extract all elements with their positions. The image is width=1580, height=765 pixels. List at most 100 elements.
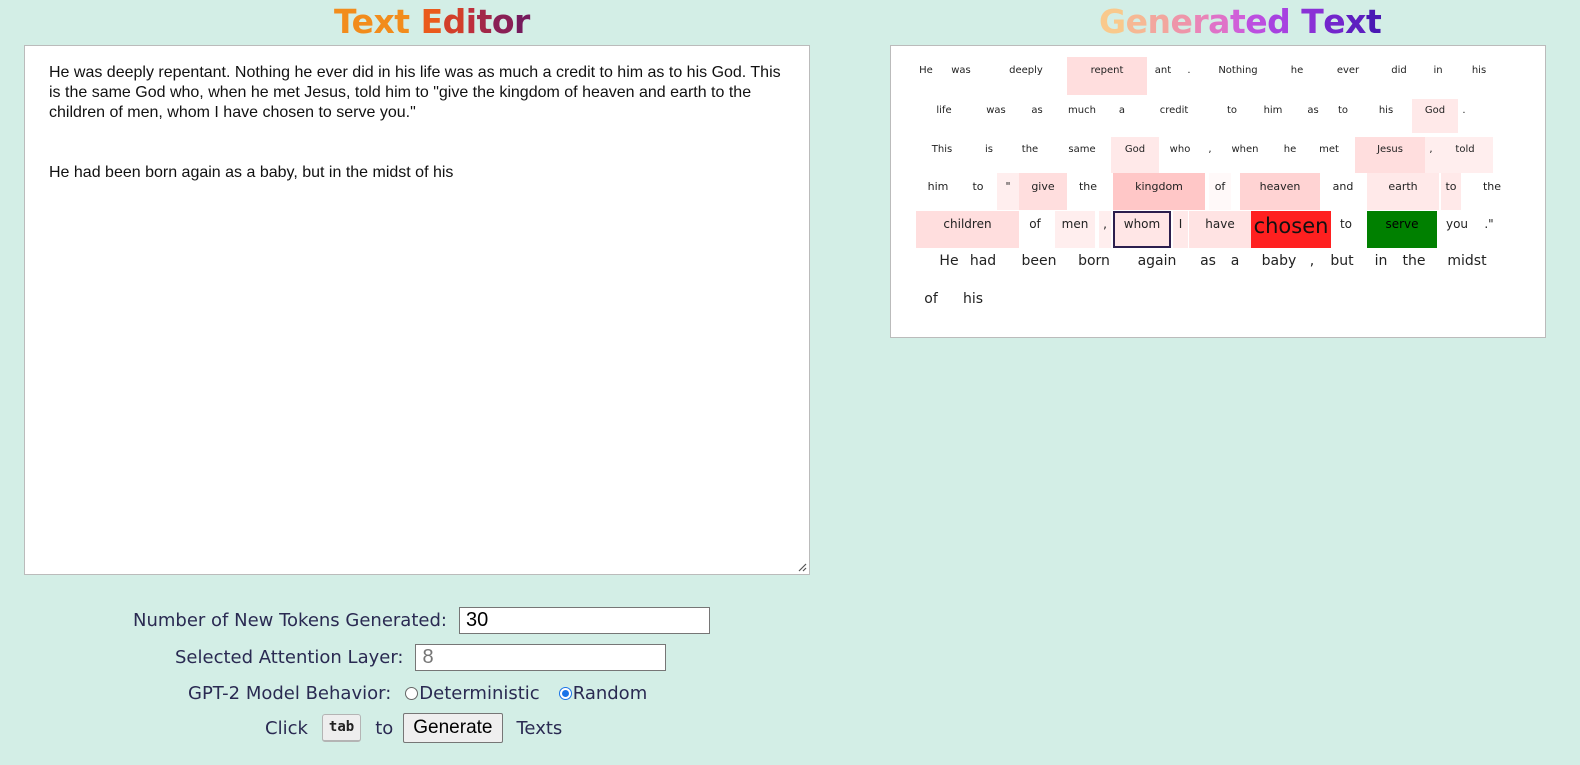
- generated-token[interactable]: been: [1019, 248, 1059, 284]
- generated-token[interactable]: This: [927, 137, 957, 173]
- generated-token[interactable]: him: [925, 173, 951, 210]
- generated-token[interactable]: of: [921, 286, 941, 322]
- generated-token[interactable]: again: [1135, 248, 1179, 284]
- generated-title-char: x: [1345, 2, 1366, 41]
- generated-token[interactable]: to: [969, 173, 987, 210]
- generated-token[interactable]: same: [1067, 137, 1097, 173]
- generated-token[interactable]: his: [961, 286, 985, 322]
- generated-title-char: e: [1245, 2, 1268, 41]
- generated-token[interactable]: the: [1399, 248, 1429, 284]
- generated-token[interactable]: deeply: [1001, 57, 1051, 95]
- editor-title-char: Text: [334, 2, 410, 41]
- text-editor-textarea[interactable]: He was deeply repentant. Nothing he ever…: [25, 46, 809, 574]
- generated-token[interactable]: ,: [1099, 211, 1111, 248]
- generated-token[interactable]: .": [1481, 211, 1497, 248]
- generated-token[interactable]: the: [1075, 173, 1101, 210]
- generated-token[interactable]: give: [1019, 173, 1067, 210]
- generated-token[interactable]: as: [1307, 99, 1319, 133]
- tokens-input[interactable]: 30: [458, 607, 710, 634]
- generated-token[interactable]: ant: [1149, 57, 1177, 95]
- generated-token[interactable]: and: [1331, 173, 1355, 210]
- generated-token[interactable]: .: [1459, 99, 1469, 133]
- generated-title-char: t: [1365, 2, 1382, 41]
- generated-token[interactable]: to: [1441, 173, 1461, 210]
- generated-token[interactable]: I: [1173, 211, 1188, 248]
- generated-token[interactable]: heaven: [1240, 173, 1320, 210]
- generated-token[interactable]: the: [1017, 137, 1043, 173]
- tokens-row: Number of New Tokens Generated: 30: [133, 607, 710, 634]
- generated-title-char: d: [1267, 2, 1291, 41]
- generated-token[interactable]: ever: [1331, 57, 1365, 95]
- generated-token[interactable]: earth: [1367, 173, 1439, 210]
- generated-text-panel: He was deeply repent ant. Nothing he ever did in h…: [890, 45, 1546, 338]
- generated-token[interactable]: to: [1337, 211, 1355, 248]
- generated-token[interactable]: born: [1075, 248, 1113, 284]
- generated-token[interactable]: as: [1031, 99, 1043, 133]
- generated-token[interactable]: ,: [1305, 248, 1319, 284]
- generated-token[interactable]: much: [1061, 99, 1103, 133]
- random-radio[interactable]: [558, 687, 572, 700]
- generated-token[interactable]: a: [1117, 99, 1127, 133]
- generated-token[interactable]: .: [1181, 57, 1197, 95]
- behavior-label: GPT-2 Model Behavior:: [188, 683, 392, 704]
- generated-token[interactable]: He: [937, 248, 961, 284]
- layer-input[interactable]: 8: [415, 644, 667, 671]
- generated-token[interactable]: ,: [1425, 137, 1437, 173]
- generated-token[interactable]: but: [1327, 248, 1357, 284]
- generated-title-char: e: [1125, 2, 1148, 41]
- generated-token[interactable]: in: [1369, 248, 1393, 284]
- generated-token[interactable]: He: [915, 57, 937, 95]
- generated-token[interactable]: did: [1387, 57, 1411, 95]
- generated-token[interactable]: God: [1412, 99, 1458, 133]
- generated-token[interactable]: his: [1377, 99, 1395, 133]
- generated-token[interactable]: as: [1195, 248, 1221, 284]
- generated-token[interactable]: to: [1337, 99, 1349, 133]
- generated-token[interactable]: life: [931, 99, 957, 133]
- generated-token[interactable]: met: [1317, 137, 1341, 173]
- generated-token[interactable]: children: [916, 211, 1019, 248]
- generated-token[interactable]: God: [1111, 137, 1159, 173]
- generated-token[interactable]: had: [969, 248, 997, 284]
- layer-label: Selected Attention Layer:: [175, 647, 404, 668]
- resize-handle-icon[interactable]: [797, 562, 807, 572]
- generated-token[interactable]: in: [1431, 57, 1445, 95]
- generated-token[interactable]: baby: [1249, 248, 1309, 284]
- generated-token[interactable]: of: [1027, 211, 1043, 248]
- generated-token[interactable]: he: [1283, 137, 1297, 173]
- editor-title-char: r: [514, 2, 530, 41]
- generated-token[interactable]: the: [1481, 173, 1503, 210]
- text-editor-box[interactable]: He was deeply repentant. Nothing he ever…: [24, 45, 810, 575]
- generated-token[interactable]: to: [1225, 99, 1239, 133]
- generated-token[interactable]: chosen: [1251, 211, 1331, 248]
- generated-token[interactable]: repent: [1067, 57, 1147, 95]
- generated-token[interactable]: men: [1055, 211, 1095, 248]
- generated-token[interactable]: you: [1443, 211, 1471, 248]
- generated-token[interactable]: kingdom: [1113, 173, 1205, 210]
- generated-token[interactable]: Jesus: [1355, 137, 1425, 173]
- generated-token[interactable]: serve: [1367, 211, 1437, 248]
- generated-token[interactable]: was: [983, 99, 1009, 133]
- generated-token[interactable]: ": [997, 173, 1019, 210]
- deterministic-radio[interactable]: [405, 687, 419, 700]
- random-label[interactable]: Random: [573, 683, 648, 704]
- generated-token[interactable]: when: [1221, 137, 1269, 173]
- generate-button[interactable]: Generate: [403, 713, 503, 743]
- generated-token[interactable]: is: [983, 137, 995, 173]
- generated-token[interactable]: midst: [1447, 248, 1487, 284]
- tab-key: tab: [321, 714, 362, 742]
- generated-token[interactable]: who: [1167, 137, 1193, 173]
- generated-token[interactable]: he: [1287, 57, 1307, 95]
- generated-token[interactable]: whom: [1113, 211, 1171, 248]
- generated-token[interactable]: a: [1225, 248, 1245, 284]
- generated-token[interactable]: his: [1467, 57, 1491, 95]
- generated-token[interactable]: of: [1209, 173, 1231, 210]
- generated-token[interactable]: have: [1189, 211, 1251, 248]
- deterministic-label[interactable]: Deterministic: [419, 683, 539, 704]
- generated-token[interactable]: Nothing: [1209, 57, 1267, 95]
- editor-title-char: d: [442, 2, 467, 41]
- generated-token[interactable]: told: [1437, 137, 1493, 173]
- generated-token[interactable]: credit: [1147, 99, 1201, 133]
- generated-token[interactable]: was: [945, 57, 977, 95]
- generated-token[interactable]: him: [1261, 99, 1285, 133]
- generated-token[interactable]: ,: [1205, 137, 1215, 173]
